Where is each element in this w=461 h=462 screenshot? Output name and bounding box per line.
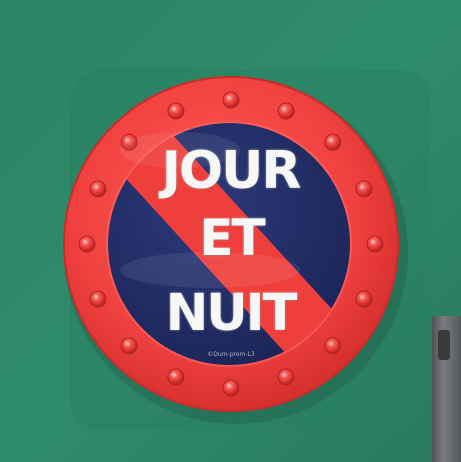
rivet-highlight <box>359 294 365 300</box>
rivet-highlight <box>125 341 130 346</box>
rivet <box>222 379 240 397</box>
rivet <box>167 368 185 386</box>
metal-bracket <box>432 316 461 462</box>
rivet-highlight <box>226 383 232 389</box>
rivet <box>277 102 295 120</box>
rivet-highlight <box>226 95 232 101</box>
rivet-highlight <box>281 106 287 112</box>
reflection <box>120 132 240 168</box>
rivet <box>78 235 96 253</box>
rivet <box>277 368 295 386</box>
rivet-highlight <box>328 138 333 143</box>
rivet <box>120 337 138 355</box>
maker-mark: ©Dum-prom-L3 <box>207 351 255 358</box>
rivet <box>324 337 342 355</box>
rivet <box>222 91 240 109</box>
rivet <box>89 180 107 198</box>
rivet-highlight <box>281 372 287 378</box>
rivet-highlight <box>171 372 177 378</box>
rivet <box>89 290 107 308</box>
rivet-highlight <box>82 239 88 245</box>
rivet <box>355 180 373 198</box>
rivet-highlight <box>93 184 99 190</box>
rivet-highlight <box>370 239 376 245</box>
rivet <box>167 102 185 120</box>
rivet <box>324 133 342 151</box>
rivet <box>355 290 373 308</box>
rivet-highlight <box>359 184 365 190</box>
glare <box>120 252 300 288</box>
rivet-highlight <box>328 341 333 346</box>
rivet <box>366 235 384 253</box>
rivet-highlight <box>93 294 99 300</box>
photo-scene <box>0 0 461 462</box>
rivet-highlight <box>171 106 177 112</box>
